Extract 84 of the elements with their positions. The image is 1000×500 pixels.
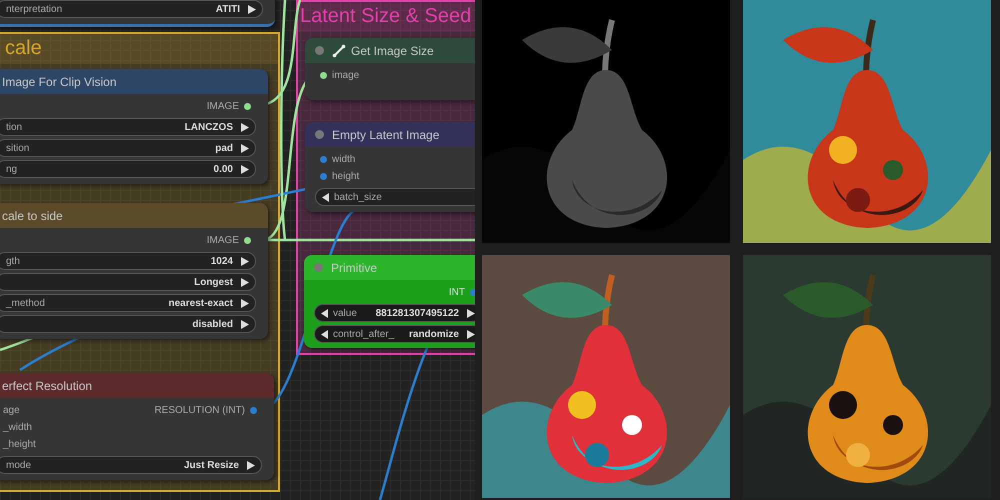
node-header[interactable]: cale to side xyxy=(0,203,268,228)
widget-label: _method xyxy=(6,298,45,308)
input-label: height xyxy=(332,171,360,182)
widget-label: value xyxy=(333,308,357,318)
widget-label: tion xyxy=(6,122,22,132)
input-label: _height xyxy=(3,439,36,450)
node-title: Image For Clip Vision xyxy=(2,74,116,88)
input-label: age xyxy=(3,405,20,416)
widget-label: ng xyxy=(6,164,18,174)
widget-label: control_after_ xyxy=(333,328,394,340)
left-arrow-icon[interactable] xyxy=(321,308,329,318)
widget-field[interactable]: control_after_ randomize xyxy=(314,325,475,343)
widget-field[interactable]: mode Just Resize xyxy=(0,456,262,474)
input-label: _width xyxy=(3,422,32,433)
widget-value: ATITI xyxy=(216,4,240,14)
output-label: INT xyxy=(448,287,465,298)
widget-value: LANCZOS xyxy=(184,122,233,132)
right-arrow-icon[interactable] xyxy=(241,144,249,152)
widget-field[interactable]: batch_size xyxy=(315,188,475,206)
output-label: IMAGE xyxy=(206,101,239,112)
node-header[interactable]: erfect Resolution xyxy=(0,373,274,398)
node-panel[interactable]: Primitive INT value 881281307495122 control_after_ randomize xyxy=(304,255,475,348)
node-panel[interactable]: Empty Latent Image width height batch_size xyxy=(305,122,475,212)
widget-field[interactable]: _method nearest-exact xyxy=(0,294,256,312)
node-title: Get Image Size xyxy=(351,44,434,58)
widget-label: gth xyxy=(6,256,20,266)
widget-field[interactable]: disabled xyxy=(0,315,256,333)
input-socket-icon[interactable] xyxy=(320,72,327,79)
output-socket-icon[interactable] xyxy=(244,237,251,244)
input-label: width xyxy=(332,154,356,165)
node-header[interactable]: Empty Latent Image xyxy=(305,122,475,147)
right-arrow-icon[interactable] xyxy=(247,460,255,470)
widget-field[interactable]: tion LANCZOS xyxy=(0,118,256,136)
node-panel[interactable]: cale to side IMAGE gth 1024 Longest _method nearest-exact disabled xyxy=(0,203,268,339)
widget-field[interactable]: sition pad xyxy=(0,139,256,157)
widget-value: randomize xyxy=(408,328,459,340)
widget-field[interactable]: Longest xyxy=(0,273,256,291)
widget-value: pad xyxy=(215,142,233,154)
collapse-dot-icon[interactable] xyxy=(314,263,323,272)
input-label: image xyxy=(332,70,360,81)
collapse-dot-icon[interactable] xyxy=(315,130,324,139)
output-label: IMAGE xyxy=(206,235,239,246)
left-arrow-icon[interactable] xyxy=(321,330,329,338)
node-header[interactable]: Image For Clip Vision xyxy=(0,69,268,94)
widget-label: nterpretation xyxy=(6,4,62,14)
right-arrow-icon[interactable] xyxy=(467,308,475,318)
node-panel[interactable]: nterpretation ATITI xyxy=(0,0,275,27)
right-arrow-icon[interactable] xyxy=(241,320,249,328)
output-socket-icon[interactable] xyxy=(244,103,251,110)
widget-field[interactable]: ng 0.00 xyxy=(0,160,256,178)
widget-value: disabled xyxy=(192,318,233,330)
node-title: Empty Latent Image xyxy=(332,128,440,142)
node-title: erfect Resolution xyxy=(2,378,92,392)
right-arrow-icon[interactable] xyxy=(241,278,249,286)
widget-field[interactable]: value 881281307495122 xyxy=(314,304,475,322)
right-arrow-icon[interactable] xyxy=(241,164,249,174)
right-arrow-icon[interactable] xyxy=(241,256,249,266)
widget-value: Just Resize xyxy=(184,460,239,470)
widget-field[interactable]: gth 1024 xyxy=(0,252,256,270)
widget-field[interactable]: nterpretation ATITI xyxy=(0,0,263,18)
widget-label: sition xyxy=(6,142,30,154)
input-socket-icon[interactable] xyxy=(320,173,327,180)
group-title[interactable]: cale xyxy=(0,34,278,64)
widget-value: 1024 xyxy=(210,256,233,266)
widget-value: nearest-exact xyxy=(168,298,233,308)
node-panel[interactable]: Image For Clip Vision IMAGE tion LANCZOS sition pad ng 0.00 xyxy=(0,69,268,184)
right-arrow-icon[interactable] xyxy=(241,122,249,132)
widget-value: 881281307495122 xyxy=(376,308,459,318)
node-title: cale to side xyxy=(2,208,63,222)
right-arrow-icon[interactable] xyxy=(241,298,249,308)
node-panel[interactable]: Get Image Size image xyxy=(305,38,475,100)
right-arrow-icon[interactable] xyxy=(248,4,256,14)
input-socket-icon[interactable] xyxy=(320,156,327,163)
node-title: Primitive xyxy=(331,260,378,274)
widget-label: batch_size xyxy=(334,192,382,202)
output-label: RESOLUTION (INT) xyxy=(154,405,245,416)
widget-value: 0.00 xyxy=(214,164,233,174)
node-panel[interactable]: erfect Resolution age RESOLUTION (INT) _width _height mode Just Resize xyxy=(0,373,274,480)
collapse-dot-icon[interactable] xyxy=(315,46,324,55)
widget-label: mode xyxy=(6,460,32,470)
node-header[interactable]: Get Image Size xyxy=(305,38,475,63)
left-arrow-icon[interactable] xyxy=(322,192,330,202)
widget-value: Longest xyxy=(194,276,233,288)
right-arrow-icon[interactable] xyxy=(467,330,475,338)
